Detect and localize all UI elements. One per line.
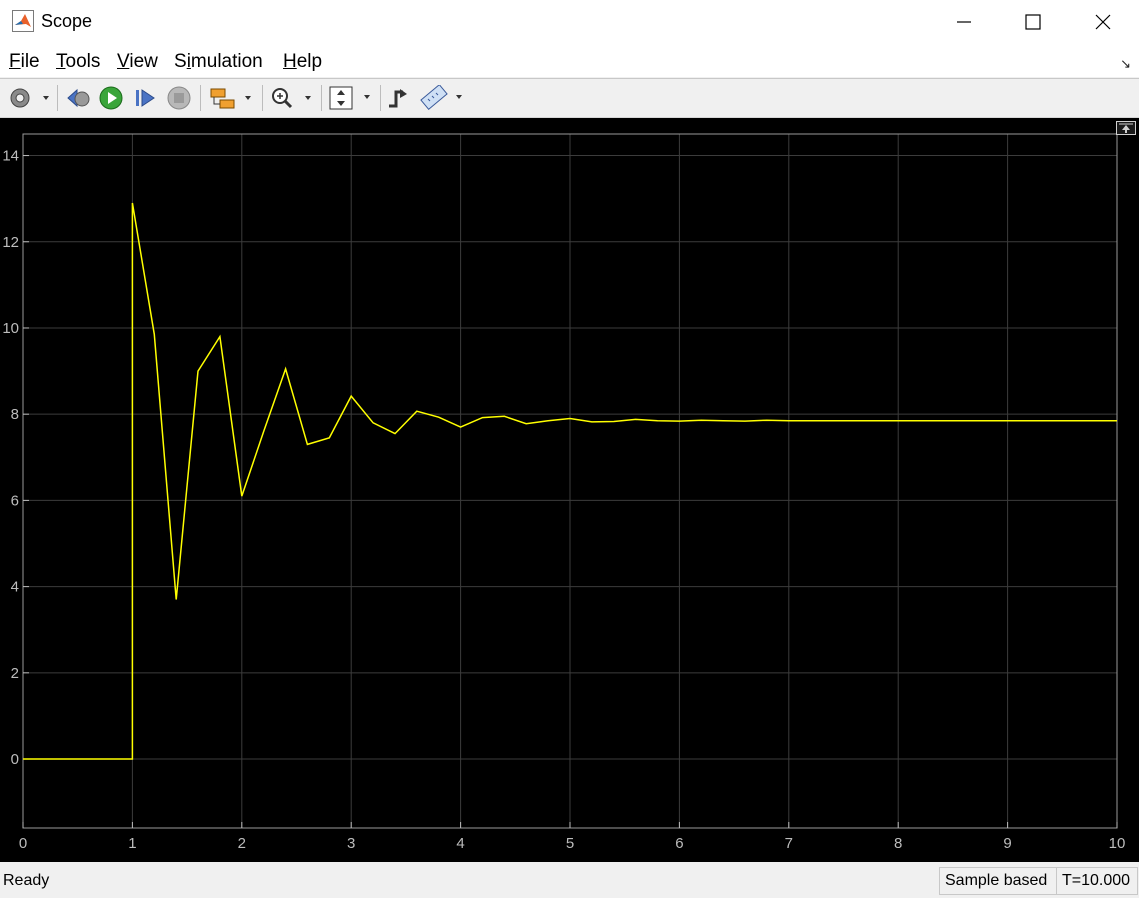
- menu-help[interactable]: Help: [283, 51, 322, 73]
- toolbar-separator: [57, 85, 58, 111]
- menu-view-mnemonic: V: [117, 51, 130, 72]
- minimize-button[interactable]: [929, 0, 999, 44]
- x-tick-label: 6: [675, 835, 683, 852]
- run-button[interactable]: [97, 85, 125, 111]
- x-tick-label: 3: [347, 835, 355, 852]
- stop-button[interactable]: [165, 85, 193, 111]
- menu-view-rest: iew: [129, 51, 158, 72]
- toolbar-separator: [262, 85, 263, 111]
- stop-icon: [167, 86, 191, 110]
- y-tick-label: 0: [11, 751, 19, 768]
- x-tick-label: 2: [238, 835, 246, 852]
- menu-simulation-pre: S: [174, 51, 187, 72]
- menu-tools-mnemonic: T: [56, 51, 66, 72]
- minimize-icon: [957, 21, 971, 23]
- toolbar-separator: [321, 85, 322, 111]
- simulation-time: T=10.000: [1056, 867, 1138, 895]
- step-back-icon: [67, 88, 90, 108]
- menu-simulation-rest: mulation: [190, 51, 263, 72]
- gear-icon: [10, 88, 49, 108]
- dock-icon[interactable]: ↘: [1120, 56, 1131, 72]
- menu-file[interactable]: File: [9, 51, 40, 73]
- y-tick-label: 2: [11, 665, 19, 682]
- run-icon: [99, 86, 123, 110]
- step-forward-icon: [136, 89, 155, 107]
- zoom-icon: [272, 88, 311, 109]
- x-tick-label: 7: [785, 835, 793, 852]
- maximize-button[interactable]: [998, 0, 1068, 44]
- menu-simulation[interactable]: Simulation: [174, 51, 263, 73]
- step-forward-button[interactable]: [131, 85, 159, 111]
- x-tick-label: 0: [19, 835, 27, 852]
- menu-file-mnemonic: F: [9, 51, 21, 72]
- y-tick-label: 4: [11, 579, 19, 596]
- x-tick-label: 4: [456, 835, 464, 852]
- toolbar: [0, 78, 1139, 118]
- y-tick-label: 6: [11, 492, 19, 509]
- x-tick-label: 10: [1109, 835, 1126, 852]
- x-tick-label: 1: [128, 835, 136, 852]
- status-bar: Ready Sample based T=10.000: [0, 862, 1139, 898]
- x-tick-label: 8: [894, 835, 902, 852]
- toolbar-separator: [200, 85, 201, 111]
- window-title: Scope: [41, 11, 93, 31]
- close-button[interactable]: [1068, 0, 1138, 44]
- triggers-icon: [389, 89, 407, 108]
- chart-svg[interactable]: 0 1 2 3 4 5 6 7 8 9 1002468101214: [0, 118, 1139, 862]
- menu-help-rest: elp: [296, 51, 323, 72]
- menu-view[interactable]: View: [117, 51, 158, 73]
- y-tick-label: 12: [2, 234, 19, 251]
- y-tick-label: 8: [11, 406, 19, 423]
- y-tick-label: 14: [2, 148, 19, 165]
- close-icon: [1095, 14, 1111, 30]
- x-tick-label: 5: [566, 835, 574, 852]
- menu-bar: File Tools View Simulation Help ↘: [0, 44, 1139, 77]
- highlight-block-icon: [210, 88, 251, 109]
- menu-file-rest: ile: [20, 51, 40, 72]
- menu-help-mnemonic: H: [283, 51, 297, 72]
- zoom-button[interactable]: [268, 85, 316, 111]
- menu-tools-rest: ools: [65, 51, 101, 72]
- step-back-button[interactable]: [64, 85, 92, 111]
- fit-axes-button[interactable]: [327, 85, 375, 111]
- maximize-icon: [1025, 14, 1041, 30]
- sample-mode-indicator: Sample based: [939, 867, 1057, 895]
- toolbar-separator: [380, 85, 381, 111]
- x-tick-label: 9: [1003, 835, 1011, 852]
- configuration-button[interactable]: [6, 85, 52, 111]
- scope-display: 0 1 2 3 4 5 6 7 8 9 10 0 2 4 6 8 10 12 14: [0, 118, 1139, 862]
- y-tick-label: 10: [2, 320, 19, 337]
- status-ready: Ready: [3, 872, 50, 889]
- undock-icon[interactable]: [1116, 121, 1136, 135]
- menu-tools[interactable]: Tools: [56, 51, 100, 73]
- matlab-icon: [12, 10, 34, 32]
- triggers-button[interactable]: [385, 85, 411, 111]
- measurements-icon: [420, 85, 462, 111]
- title-bar: Scope: [0, 0, 1139, 44]
- highlight-block-button[interactable]: [207, 85, 255, 111]
- fit-axes-icon: [329, 86, 370, 110]
- measurements-button[interactable]: [419, 85, 467, 111]
